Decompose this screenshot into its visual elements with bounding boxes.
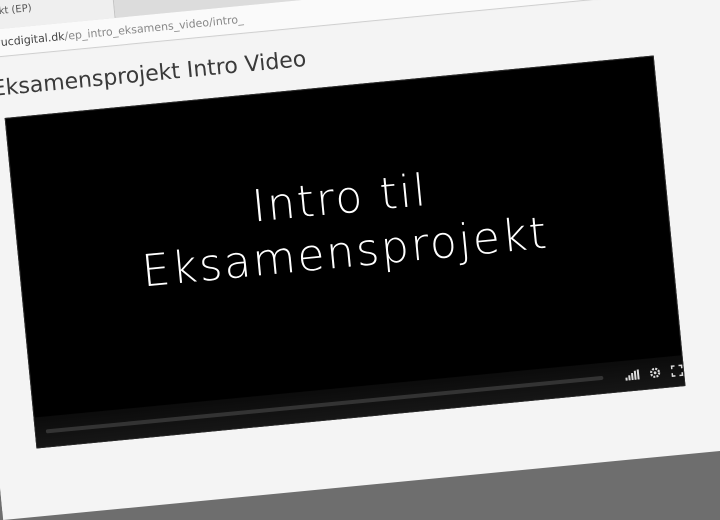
settings-icon[interactable] — [646, 364, 663, 381]
browser-window: projekt (EP) s://vucdigital.dk/ep_intro_… — [0, 0, 720, 511]
page-content: Eksamensprojekt Intro Video Intro til Ek… — [0, 0, 720, 520]
fullscreen-icon[interactable] — [668, 362, 685, 379]
player-controls — [35, 355, 685, 447]
video-player[interactable]: Intro til Eksamensprojekt — [5, 56, 686, 449]
video-title-card: Intro til Eksamensprojekt — [14, 141, 671, 311]
volume-icon[interactable] — [622, 366, 641, 384]
tab-title: projekt (EP) — [0, 3, 32, 20]
url-host: s://vucdigital.dk — [0, 30, 65, 51]
